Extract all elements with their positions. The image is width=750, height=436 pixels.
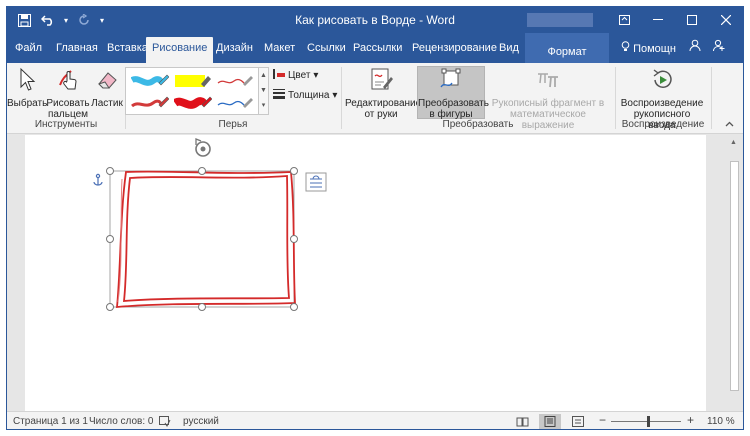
tab-draw[interactable]: Рисование [146,37,214,63]
eraser-label: Ластик [91,98,123,109]
ink-editor-button[interactable]: Редактирование от руки [345,67,422,120]
language[interactable]: русский [183,416,219,427]
color-label: Цвет [288,70,311,81]
tab-references[interactable]: Ссылки [301,40,352,63]
collapse-ribbon-icon[interactable] [725,119,734,129]
thickness-label: Толщина [288,90,330,101]
convert-group-label: Преобразовать [442,119,514,130]
user-icon[interactable] [689,39,701,54]
title-bar: ▾ ▾ Как рисовать в Ворде - Word [7,7,743,33]
color-dropdown-icon: ▾ [313,70,319,81]
shapes-label-line1: Преобразовать [418,98,489,109]
replay-icon [619,67,705,96]
pen-color-dropdown[interactable]: Цвет ▾ [273,69,318,82]
pen-blue-thin[interactable] [216,94,254,112]
print-layout-icon[interactable] [539,414,561,429]
proofing-icon[interactable] [159,416,171,429]
resize-handles[interactable] [106,167,298,311]
tab-format[interactable]: Формат [525,33,609,63]
ink-replay-button[interactable]: Воспроизведение рукописного ввода [619,67,705,131]
tab-file[interactable]: Файл [9,40,48,63]
ribbon-separator [711,67,712,129]
anchor-icon [93,173,103,186]
playback-group-label: Воспроизведение [621,119,705,130]
tools-group-label: Инструменты [34,119,98,130]
pens-gallery [125,67,259,115]
thickness-icon [273,89,285,102]
pen-thickness-dropdown[interactable]: Толщина ▾ [273,89,337,102]
eraser-button[interactable]: Ластик [89,67,125,117]
ink-rectangle-shape[interactable] [116,170,296,308]
zoom-in-button[interactable]: + [687,413,694,427]
web-layout-icon[interactable] [567,414,589,429]
math-label-line1: Рукописный фрагмент в [491,98,605,109]
convert-to-shapes-button[interactable]: Преобразовать в фигуры [417,66,489,120]
thickness-dropdown-icon: ▾ [332,90,338,101]
finger-draw-icon [45,67,91,96]
scroll-up-icon[interactable]: ▲ [730,139,737,146]
ink-to-shape-icon [418,67,484,96]
pen-red[interactable] [131,94,170,112]
rotate-handle-icon[interactable] [195,138,211,157]
layout-options-icon[interactable] [305,172,327,192]
select-label: Выбрать [7,98,48,109]
select-button[interactable]: Выбрать [7,67,47,117]
ink-to-math-button[interactable]: Рукописный фрагмент в математическое выр… [485,67,611,131]
zoom-level[interactable]: 110 % [707,416,735,427]
color-line-icon [273,69,285,82]
maximize-icon[interactable] [675,7,709,33]
pen-red-thin[interactable] [216,72,254,90]
ribbon: Выбрать Рисовать пальцем Ластик Инструме… [7,63,743,134]
document-page[interactable] [25,135,706,411]
ink-edit-label-line1: Редактирование [345,98,422,109]
pens-gallery-scroll[interactable]: ▲ ▼ ▾ [259,67,269,115]
share-icon[interactable] [713,39,725,54]
finger-label-line1: Рисовать [46,98,90,109]
vertical-scrollbar[interactable]: ▲ [726,135,743,411]
ink-edit-icon [345,67,417,96]
document-area: ▲ [7,135,743,411]
pen-yellow-highlighter[interactable] [174,72,212,90]
eraser-icon [89,67,125,96]
tab-review[interactable]: Рецензирование [406,40,503,63]
tab-design[interactable]: Дизайн [210,40,259,63]
zoom-slider-thumb[interactable] [647,416,650,427]
lightbulb-icon [621,41,633,55]
pi-math-icon [485,67,611,96]
ink-drawing-canvas [93,138,327,311]
zoom-out-button[interactable]: − [599,413,606,427]
word-count[interactable]: Число слов: 0 [89,416,153,427]
account-name-blurred [527,13,593,27]
tell-me-help[interactable]: Помощн [621,41,676,55]
draw-with-finger-button[interactable]: Рисовать пальцем [45,67,91,120]
pen-red-marker-selected[interactable] [172,94,213,112]
replay-label-line1: Воспроизведение [620,98,704,109]
scroll-thumb[interactable] [730,161,739,391]
word-window: ▾ ▾ Как рисовать в Ворде - Word Файл Гла… [6,6,744,430]
tab-layout[interactable]: Макет [258,40,301,63]
tab-mailings[interactable]: Рассылки [347,40,408,63]
tab-view[interactable]: Вид [493,40,525,63]
ribbon-tabs: Файл Главная Вставка Рисование Дизайн Ма… [7,33,743,63]
cursor-icon [7,67,47,96]
window-controls [607,7,743,33]
minimize-icon[interactable] [641,7,675,33]
tab-home[interactable]: Главная [50,40,104,63]
close-icon[interactable] [709,7,743,33]
pen-cyan-marker[interactable] [130,72,170,90]
ribbon-display-options-icon[interactable] [607,7,641,33]
page-count[interactable]: Страница 1 из 1 [13,416,88,427]
help-label: Помощн [633,43,676,55]
status-bar: Страница 1 из 1 Число слов: 0 русский − … [7,411,743,429]
pens-group-label: Перья [218,119,248,130]
zoom-slider[interactable] [611,421,681,422]
read-mode-icon[interactable] [511,414,533,429]
selection-frame [109,170,295,308]
